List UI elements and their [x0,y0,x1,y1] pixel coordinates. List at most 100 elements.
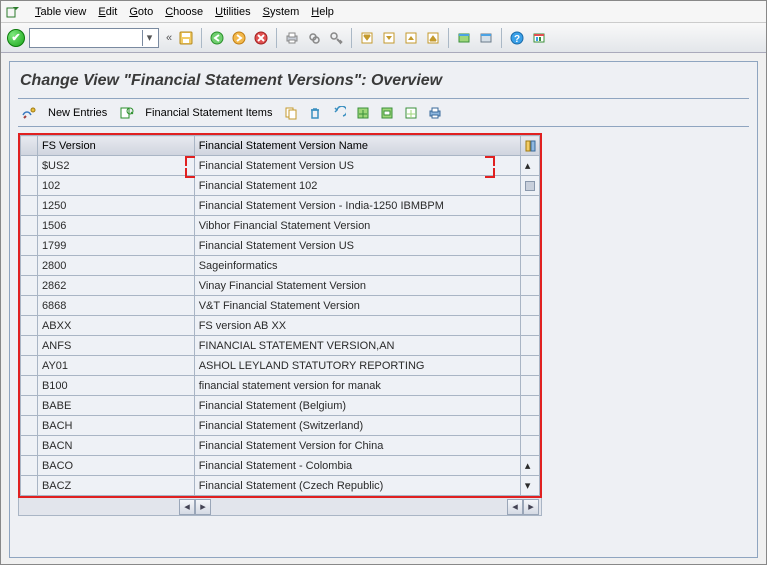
row-selector[interactable] [21,156,38,176]
scroll-track[interactable] [520,276,539,296]
row-selector[interactable] [21,276,38,296]
menu-edit[interactable]: Edit [98,6,117,18]
customize-icon[interactable] [529,28,549,48]
row-selector[interactable] [21,416,38,436]
scroll-left2-icon[interactable]: ◂ [507,499,523,515]
row-selector[interactable] [21,316,38,336]
table-row[interactable]: 6868V&T Financial Statement Version [21,296,540,316]
scroll-left-icon[interactable]: ◂ [179,499,195,515]
scroll-track[interactable] [520,356,539,376]
row-selector[interactable] [21,376,38,396]
row-selector[interactable] [21,436,38,456]
table-row[interactable]: BACNFinancial Statement Version for Chin… [21,436,540,456]
scroll-track[interactable] [520,336,539,356]
scroll-right-icon[interactable]: ▸ [195,499,211,515]
prev-page-icon[interactable] [379,28,399,48]
scroll-up-icon[interactable]: ▴ [520,156,539,176]
table-row[interactable]: B100financial statement version for mana… [21,376,540,396]
cell-name[interactable]: FINANCIAL STATEMENT VERSION,AN [194,336,520,356]
scroll-track[interactable] [520,316,539,336]
cell-fsversion[interactable]: 2862 [37,276,194,296]
table-settings-icon[interactable] [520,136,539,156]
cell-fsversion[interactable]: BACZ [37,476,194,496]
scroll-track[interactable] [520,296,539,316]
back-icon[interactable] [207,28,227,48]
cell-name[interactable]: financial statement version for manak [194,376,520,396]
cell-fsversion[interactable]: BACO [37,456,194,476]
table-row[interactable]: 1250Financial Statement Version - India-… [21,196,540,216]
row-selector[interactable] [21,356,38,376]
menu-help[interactable]: Help [311,6,334,18]
menu-table-view[interactable]: Table view [35,6,86,18]
row-selector[interactable] [21,396,38,416]
cell-name[interactable]: Financial Statement 102 [194,176,520,196]
table-row[interactable]: BACZFinancial Statement (Czech Republic)… [21,476,540,496]
layout-icon[interactable] [476,28,496,48]
row-selector[interactable] [21,216,38,236]
cell-fsversion[interactable]: 6868 [37,296,194,316]
menu-goto[interactable]: Goto [129,6,153,18]
cell-fsversion[interactable]: BACH [37,416,194,436]
save-icon[interactable] [176,28,196,48]
cell-fsversion[interactable]: BABE [37,396,194,416]
cell-fsversion[interactable]: B100 [37,376,194,396]
cell-fsversion[interactable]: 1250 [37,196,194,216]
table-row[interactable]: ANFSFINANCIAL STATEMENT VERSION,AN [21,336,540,356]
cell-fsversion[interactable]: 102 [37,176,194,196]
exit-icon[interactable] [229,28,249,48]
scroll-right2-icon[interactable]: ▸ [523,499,539,515]
toggle-display-icon[interactable] [19,103,39,123]
row-selector[interactable] [21,476,38,496]
undo-icon[interactable] [329,103,349,123]
row-selector[interactable] [21,256,38,276]
col-header-fsversion[interactable]: FS Version [37,136,194,156]
scroll-track[interactable] [520,396,539,416]
scroll-thumb-top[interactable] [520,176,539,196]
row-selector[interactable] [21,176,38,196]
last-page-icon[interactable] [423,28,443,48]
scroll-track[interactable] [520,256,539,276]
table-row[interactable]: 1799Financial Statement Version US [21,236,540,256]
data-table[interactable]: FS Version Financial Statement Version N… [20,135,540,496]
cell-fsversion[interactable]: 1506 [37,216,194,236]
row-selector[interactable] [21,196,38,216]
new-session-icon[interactable] [454,28,474,48]
command-icon[interactable] [5,4,21,20]
cell-fsversion[interactable]: 1799 [37,236,194,256]
horizontal-scrollbar[interactable]: ◂ ▸ ◂ ▸ [18,498,542,516]
table-row[interactable]: AY01ASHOL LEYLAND STATUTORY REPORTING [21,356,540,376]
next-page-icon[interactable] [401,28,421,48]
cell-name[interactable]: Financial Statement Version - India-1250… [194,196,520,216]
find-icon[interactable] [304,28,324,48]
copy-as-icon[interactable] [116,103,136,123]
select-block-icon[interactable] [377,103,397,123]
cell-name[interactable]: Financial Statement (Switzerland) [194,416,520,436]
history-back-icon[interactable]: « [166,32,172,44]
cell-name[interactable]: Financial Statement Version US [194,236,520,256]
fin-stmt-items-button[interactable]: Financial Statement Items [139,105,278,121]
copy-icon[interactable] [281,103,301,123]
scroll-track[interactable] [520,236,539,256]
cell-name[interactable]: FS version AB XX [194,316,520,336]
cell-name[interactable]: Financial Statement Version for China [194,436,520,456]
table-row[interactable]: BACHFinancial Statement (Switzerland) [21,416,540,436]
cell-name[interactable]: Vibhor Financial Statement Version [194,216,520,236]
scroll-track[interactable] [520,436,539,456]
delete-icon[interactable] [305,103,325,123]
print-icon[interactable] [282,28,302,48]
row-selector[interactable] [21,236,38,256]
print-table-icon[interactable] [425,103,445,123]
cell-fsversion[interactable]: AY01 [37,356,194,376]
cell-fsversion[interactable]: BACN [37,436,194,456]
cell-name[interactable]: V&T Financial Statement Version [194,296,520,316]
select-all-icon[interactable] [353,103,373,123]
table-row[interactable]: 2862Vinay Financial Statement Version [21,276,540,296]
scroll-track[interactable] [520,416,539,436]
menu-system[interactable]: System [263,6,300,18]
table-row[interactable]: $US2Financial Statement Version US▴ [21,156,540,176]
cancel-icon[interactable] [251,28,271,48]
table-row[interactable]: BABEFinancial Statement (Belgium) [21,396,540,416]
cell-name[interactable]: Financial Statement - Colombia [194,456,520,476]
row-selector[interactable] [21,456,38,476]
cell-fsversion[interactable]: ABXX [37,316,194,336]
